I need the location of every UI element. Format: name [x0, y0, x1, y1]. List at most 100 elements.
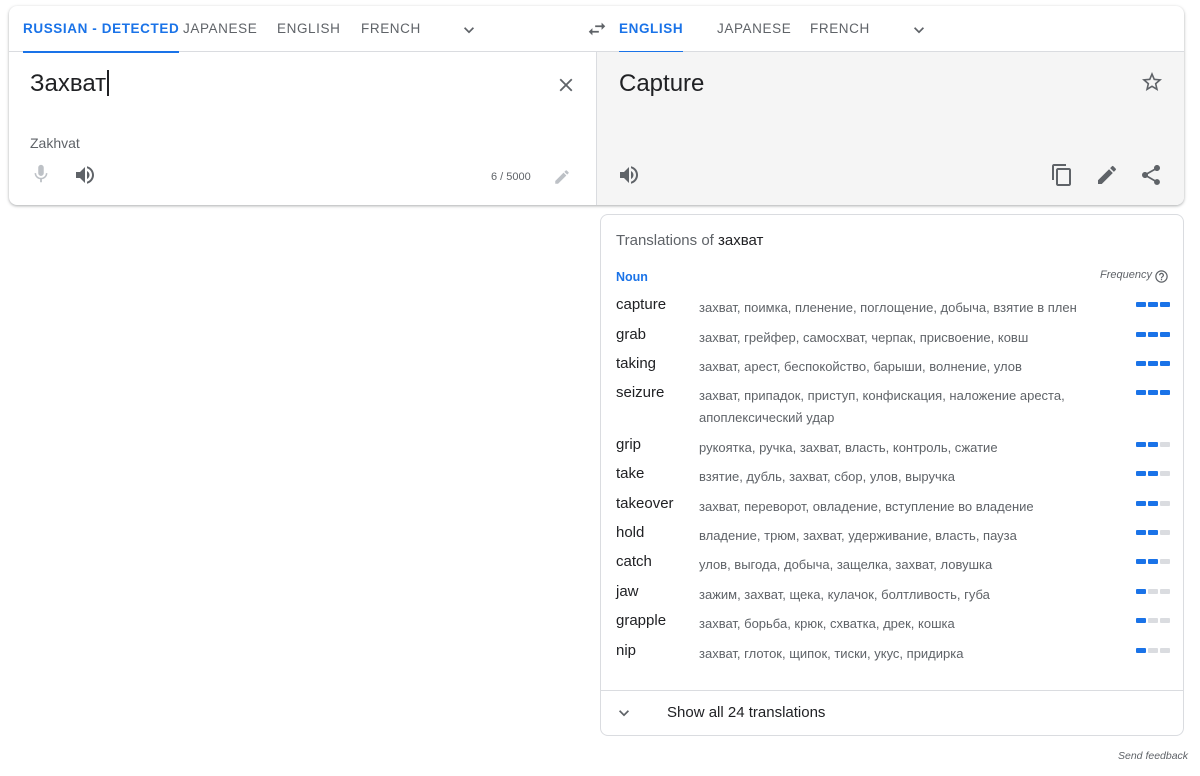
translation-word[interactable]: capture — [616, 296, 666, 313]
frequency-meter — [1136, 390, 1170, 395]
show-all-translations-button[interactable]: Show all 24 translations — [601, 691, 1183, 735]
handwriting-pencil-icon[interactable] — [553, 168, 571, 186]
character-count: 6 / 5000 — [491, 171, 531, 183]
frequency-meter — [1136, 589, 1170, 594]
share-translation-icon[interactable] — [1139, 163, 1163, 187]
language-bar: RUSSIAN - DETECTED JAPANESE ENGLISH FREN… — [9, 6, 1184, 53]
translations-title-prefix: Translations of — [616, 232, 714, 249]
frequency-bar — [1148, 471, 1158, 476]
swap-languages-icon[interactable] — [586, 18, 608, 40]
frequency-meter — [1136, 648, 1170, 653]
translation-word[interactable]: catch — [616, 553, 652, 570]
translator-card: RUSSIAN - DETECTED JAPANESE ENGLISH FREN… — [9, 6, 1184, 205]
frequency-bar — [1136, 559, 1146, 564]
target-more-languages-chevron-down-icon[interactable] — [909, 20, 929, 40]
frequency-bar — [1160, 559, 1170, 564]
frequency-bar — [1160, 332, 1170, 337]
translation-word[interactable]: grip — [616, 436, 641, 453]
frequency-meter — [1136, 361, 1170, 366]
frequency-meter — [1136, 501, 1170, 506]
clear-text-close-icon[interactable] — [555, 74, 577, 96]
reverse-translations: улов, выгода, добыча, защелка, захват, л… — [699, 557, 993, 572]
translations-card: Translations of захват Noun Frequency ca… — [600, 214, 1184, 736]
frequency-bar — [1136, 618, 1146, 623]
frequency-bar — [1160, 361, 1170, 366]
tab-target-japanese[interactable]: JAPANESE — [717, 6, 791, 52]
translation-word[interactable]: grab — [616, 326, 646, 343]
tab-target-english[interactable]: ENGLISH — [619, 6, 684, 53]
send-feedback-link[interactable]: Send feedback — [1118, 750, 1188, 762]
frequency-meter — [1136, 302, 1170, 307]
frequency-bar — [1148, 442, 1158, 447]
copy-translation-icon[interactable] — [1050, 163, 1074, 187]
reverse-translations: владение, трюм, захват, удерживание, вла… — [699, 528, 1017, 543]
tab-target-french[interactable]: FRENCH — [810, 6, 870, 52]
source-text: Захват — [30, 70, 107, 97]
translations-title-word: захват — [718, 232, 764, 249]
tab-source-english[interactable]: ENGLISH — [277, 6, 340, 52]
frequency-bar — [1148, 618, 1158, 623]
frequency-bar — [1136, 442, 1146, 447]
translations-title: Translations of захват — [616, 232, 763, 249]
frequency-bar — [1160, 471, 1170, 476]
translated-text: Capture — [619, 70, 705, 97]
frequency-meter — [1136, 618, 1170, 623]
frequency-bar — [1148, 361, 1158, 366]
tab-source-japanese[interactable]: JAPANESE — [183, 6, 257, 52]
translation-word[interactable]: hold — [616, 524, 644, 541]
reverse-translations: захват, грейфер, самосхват, черпак, прис… — [699, 330, 1029, 345]
frequency-bar — [1136, 589, 1146, 594]
frequency-bar — [1160, 501, 1170, 506]
frequency-bar — [1136, 471, 1146, 476]
chevron-down-icon — [619, 710, 629, 717]
transliteration: Zakhvat — [30, 135, 80, 151]
edit-translation-pencil-icon[interactable] — [1095, 163, 1119, 187]
frequency-bar — [1148, 648, 1158, 653]
frequency-label: Frequency — [1100, 269, 1152, 281]
frequency-bar — [1148, 501, 1158, 506]
target-listen-speaker-icon[interactable] — [617, 163, 641, 187]
tab-source-french[interactable]: FRENCH — [361, 6, 421, 52]
source-listen-speaker-icon[interactable] — [73, 163, 97, 187]
source-more-languages-chevron-down-icon[interactable] — [459, 20, 479, 40]
save-translation-star-icon[interactable] — [1140, 70, 1164, 94]
frequency-bar — [1136, 501, 1146, 506]
mic-icon[interactable] — [30, 163, 52, 185]
frequency-bar — [1136, 332, 1146, 337]
frequency-bar — [1160, 302, 1170, 307]
frequency-bar — [1160, 618, 1170, 623]
frequency-bar — [1136, 361, 1146, 366]
reverse-translations: захват, глоток, щипок, тиски, укус, прид… — [699, 646, 964, 661]
tab-source-detected[interactable]: RUSSIAN - DETECTED — [23, 6, 180, 53]
frequency-bar — [1136, 530, 1146, 535]
translation-word[interactable]: nip — [616, 642, 636, 659]
frequency-bar — [1148, 390, 1158, 395]
frequency-bar — [1136, 648, 1146, 653]
translation-word[interactable]: take — [616, 465, 644, 482]
reverse-translations: захват, борьба, крюк, схватка, дрек, кош… — [699, 616, 955, 631]
translation-word[interactable]: takeover — [616, 495, 674, 512]
show-all-translations-label: Show all 24 translations — [667, 704, 826, 721]
reverse-translations: рукоятка, ручка, захват, власть, контрол… — [699, 440, 998, 455]
frequency-bar — [1148, 332, 1158, 337]
frequency-bar — [1136, 302, 1146, 307]
frequency-meter — [1136, 442, 1170, 447]
frequency-bar — [1160, 442, 1170, 447]
frequency-bar — [1148, 559, 1158, 564]
reverse-translations: захват, припадок, приступ, конфискация, … — [699, 388, 1065, 425]
translation-word[interactable]: taking — [616, 355, 656, 372]
reverse-translations: захват, переворот, овладение, вступление… — [699, 499, 1034, 514]
frequency-bar — [1160, 648, 1170, 653]
frequency-bar — [1160, 390, 1170, 395]
frequency-help-icon[interactable] — [1154, 269, 1169, 284]
reverse-translations: захват, арест, беспокойство, барыши, вол… — [699, 359, 1022, 374]
reverse-translations: захват, поимка, пленение, поглощение, до… — [699, 300, 1077, 315]
frequency-meter — [1136, 530, 1170, 535]
source-text-input[interactable]: Захват — [30, 70, 109, 98]
frequency-bar — [1148, 302, 1158, 307]
translation-word[interactable]: seizure — [616, 384, 664, 401]
part-of-speech-label: Noun — [616, 270, 648, 284]
frequency-meter — [1136, 471, 1170, 476]
translation-word[interactable]: jaw — [616, 583, 639, 600]
translation-word[interactable]: grapple — [616, 612, 666, 629]
